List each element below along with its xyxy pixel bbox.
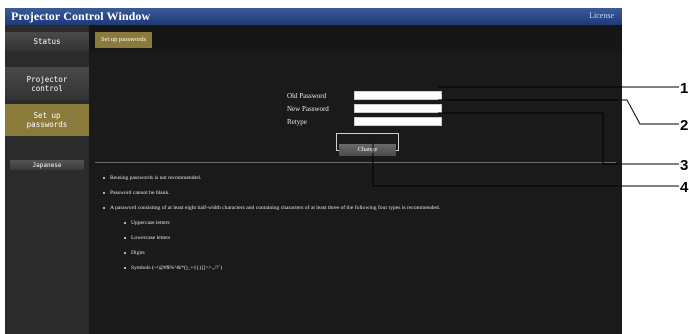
title-bar: Projector Control Window License [5, 8, 622, 25]
sidebar-item-japanese[interactable]: Japanese [10, 160, 84, 170]
tab-set-up-passwords[interactable]: Set up passwords [95, 32, 153, 48]
circle-bullet-icon [124, 221, 126, 224]
sidebar-item-set-up-passwords[interactable]: Set up passwords [5, 104, 89, 136]
divider [95, 162, 616, 163]
circle-bullet-icon [124, 251, 126, 254]
old-password-label: Old Password [287, 92, 327, 100]
tab-bar: Set up passwords [89, 25, 622, 52]
list-item: Symbols (~!@#$%^&*()_+|\{}[]<>.,/?`) [124, 265, 222, 271]
sidebar-item-label: Set up passwords [26, 111, 68, 129]
sidebar-item-label: Japanese [32, 161, 62, 169]
callout-number-3: 3 [680, 157, 689, 174]
circle-bullet-icon [124, 266, 126, 269]
sidebar-item-projector-control[interactable]: Projector control [5, 67, 89, 100]
bullet-icon [103, 191, 105, 194]
change-button[interactable]: Change [339, 144, 396, 156]
list-item: Password cannot be blank. [103, 190, 170, 196]
sidebar: Status Projector control Set up password… [5, 25, 89, 334]
sidebar-item-label: Status [33, 37, 61, 46]
license-link[interactable]: License [589, 11, 614, 20]
retype-label: Retype [287, 118, 307, 126]
sidebar-item-status[interactable]: Status [5, 32, 89, 51]
projector-control-window: Projector Control Window License Status … [5, 8, 622, 334]
old-password-field[interactable] [354, 91, 442, 100]
list-item: Lowercase letters [124, 235, 170, 241]
list-item: Reusing passwords is not recommended. [103, 175, 201, 181]
new-password-label: New Password [287, 105, 329, 113]
list-item: Uppercase letters [124, 220, 170, 226]
list-item: A password consisting of at least eight … [103, 205, 440, 211]
retype-field[interactable] [354, 117, 442, 126]
circle-bullet-icon [124, 236, 126, 239]
callout-number-1: 1 [680, 80, 689, 97]
bullet-icon [103, 176, 105, 179]
bullet-icon [103, 206, 105, 209]
new-password-field[interactable] [354, 104, 442, 113]
callout-number-2: 2 [680, 117, 689, 134]
sidebar-item-label: Projector control [26, 74, 68, 93]
password-content: Old Password New Password Retype Change … [89, 52, 622, 334]
callout-number-4: 4 [680, 179, 689, 196]
change-button-frame: Change [336, 133, 399, 156]
list-item: Digits [124, 250, 145, 256]
app-title: Projector Control Window [11, 9, 151, 23]
